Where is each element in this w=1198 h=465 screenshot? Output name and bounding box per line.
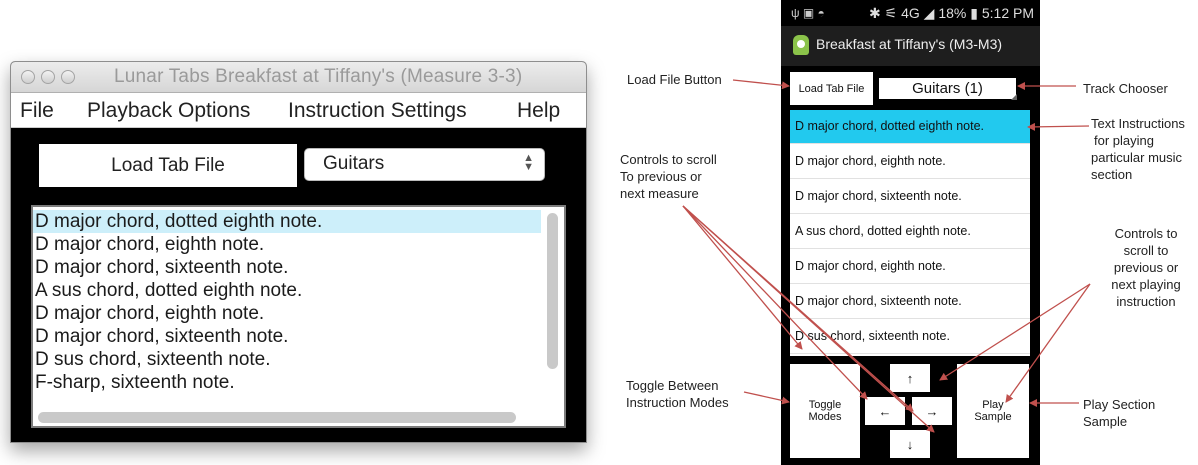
arrow-to-toggle — [743, 391, 790, 405]
arrow-to-next-measure — [682, 205, 935, 433]
arrow-to-right — [1005, 283, 1091, 403]
figure: Lunar Tabs Breakfast at Tiffany's (Measu… — [0, 0, 1198, 465]
callout-arrows — [682, 79, 1091, 433]
arrow-to-instructions — [1027, 122, 1090, 131]
arrow-to-up — [939, 283, 1091, 381]
arrow-to-load — [732, 79, 790, 90]
arrow-to-prev-measure — [682, 205, 803, 350]
arrow-to-prev-instruction — [682, 205, 868, 400]
